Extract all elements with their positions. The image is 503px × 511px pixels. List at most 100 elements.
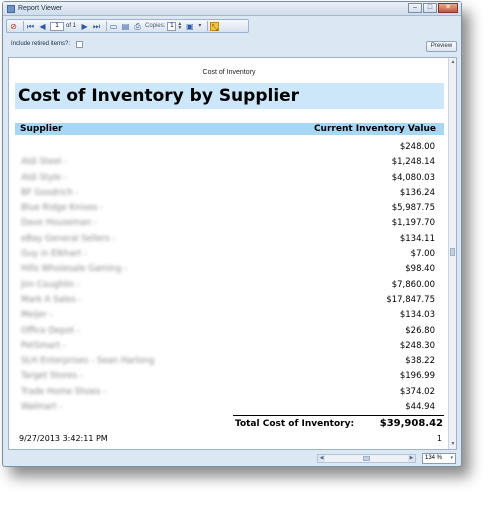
table-row: Meijer - $134.03 [15, 308, 444, 323]
table-row: SLH Enterprises - Sean Harlong $38.22 [15, 354, 444, 369]
supplier-name: Mark A Sales - [21, 294, 82, 305]
supplier-name: Target Stores - [21, 371, 83, 382]
window-title: Report Viewer [18, 5, 63, 12]
supplier-name: BF Goodrich - [21, 187, 79, 198]
last-page-icon[interactable]: ⏭ [92, 22, 101, 31]
total-value: $39,908.42 [379, 418, 443, 429]
table-row: Dave Houseman - $1,197.70 [15, 216, 444, 231]
horizontal-scrollbar[interactable]: ◀ ▶ [317, 454, 416, 463]
current-page-input[interactable]: 1 [50, 21, 64, 31]
include-retired-checkbox[interactable] [76, 41, 83, 48]
table-row: Mark A Sales - $17,847.75 [15, 293, 444, 308]
preview-button[interactable]: Preview [426, 41, 457, 52]
inventory-value: $17,847.75 [386, 294, 435, 305]
inventory-value: $38.22 [405, 356, 435, 367]
minimize-button[interactable]: – [408, 3, 422, 13]
table-row: Walmart - $44.94 [15, 400, 444, 415]
report-toolbar: ⊘ ⏮ ◀ 1 of 1 ▶ ⏭ ▭ ▤ ⎙ Copies: 1 ▲ ▼ ▣ ▾ … [6, 19, 249, 33]
title-bar: Report Viewer – □ ✕ [3, 2, 461, 16]
chevron-down-icon: ▾ [450, 455, 453, 461]
inventory-value: $44.94 [405, 402, 435, 413]
status-bar: ◀ ▶ 134 % ▾ [8, 452, 457, 465]
inventory-value: $374.02 [399, 386, 435, 397]
report-canvas: Cost of Inventory Cost of Inventory by S… [8, 57, 457, 450]
inventory-value: $7.00 [410, 249, 435, 260]
supplier-name: Trade Home Shoes - [21, 386, 107, 397]
next-page-icon[interactable]: ▶ [80, 22, 89, 31]
scroll-thumb[interactable] [450, 248, 455, 256]
report-timestamp: 9/27/2013 3:42:11 PM [19, 434, 108, 443]
inventory-value: $136.24 [399, 187, 435, 198]
copies-spinner[interactable]: ▲ ▼ [177, 21, 182, 31]
fit-page-icon[interactable]: ⤡ [210, 21, 220, 32]
supplier-name: Aldi Steel - [21, 157, 67, 168]
zoom-select[interactable]: 134 % ▾ [422, 453, 456, 464]
stop-icon[interactable]: ⊘ [9, 22, 18, 31]
scroll-right-icon[interactable]: ▶ [408, 455, 415, 462]
inventory-value: $98.40 [405, 264, 435, 275]
copies-input[interactable]: 1 [167, 21, 177, 31]
table-row: Hills Wholesale Gaming - $98.40 [15, 262, 444, 277]
table-row: Guy in Elkhart - $7.00 [15, 247, 444, 262]
inventory-value: $4,080.03 [391, 172, 435, 183]
toolbar-separator [23, 21, 24, 31]
supplier-name: Meijer - [21, 310, 53, 321]
inventory-value: $134.11 [399, 233, 435, 244]
value-column-header: Current Inventory Value [313, 124, 436, 134]
table-row: Blue Ridge Knives - $5,987.75 [15, 201, 444, 216]
table-row: BF Goodrich - $136.24 [15, 186, 444, 201]
save-icon[interactable]: ▣ [185, 22, 194, 31]
inventory-value: $196.99 [399, 371, 435, 382]
supplier-name: Dave Houseman - [21, 218, 97, 229]
supplier-name: SLH Enterprises - Sean Harlong [21, 356, 155, 367]
supplier-name: Walmart - [21, 402, 63, 413]
page-of-label: of 1 [66, 23, 77, 29]
table-row: Aldi Steel - $1,248.14 [15, 155, 444, 170]
print-preview-icon[interactable]: ▤ [121, 22, 130, 31]
page-number: 1 [436, 434, 442, 443]
app-icon [7, 5, 15, 13]
column-header: Supplier Current Inventory Value [15, 123, 444, 135]
table-row: Jim Coughlin - $7,860.00 [15, 278, 444, 293]
inventory-value: $1,197.70 [391, 218, 435, 229]
print-icon[interactable]: ⎙ [133, 22, 142, 31]
first-page-icon[interactable]: ⏮ [26, 22, 35, 31]
supplier-name: Blue Ridge Knives - [21, 203, 104, 214]
vertical-scrollbar[interactable]: ▲ ▼ [448, 58, 456, 449]
table-row: Aldi Style - $4,080.03 [15, 171, 444, 186]
table-row: PetSmart - $248.30 [15, 339, 444, 354]
scroll-up-icon[interactable]: ▲ [450, 59, 456, 66]
page-setup-icon[interactable]: ▭ [109, 22, 118, 31]
scroll-left-icon[interactable]: ◀ [318, 455, 325, 462]
scroll-down-icon[interactable]: ▼ [450, 441, 456, 448]
inventory-value: $248.00 [399, 142, 435, 152]
total-label: Total Cost of Inventory: [235, 419, 355, 429]
table-row: Trade Home Shoes - $374.02 [15, 385, 444, 400]
inventory-value: $26.80 [405, 325, 435, 336]
hscroll-thumb[interactable] [363, 456, 370, 461]
supplier-name: Guy in Elkhart - [21, 249, 88, 260]
supplier-name: Hills Wholesale Gaming - [21, 264, 128, 275]
maximize-button[interactable]: □ [423, 3, 437, 13]
supplier-name: eBay General Sellers - [21, 233, 116, 244]
table-row: Office Depot - $26.80 [15, 324, 444, 339]
window-controls: – □ ✕ [407, 3, 458, 13]
page-header: Cost of Inventory [202, 69, 256, 76]
close-button[interactable]: ✕ [438, 3, 458, 13]
prev-page-icon[interactable]: ◀ [38, 22, 47, 31]
dropdown-icon[interactable]: ▾ [197, 22, 202, 31]
supplier-name: Office Depot - [21, 325, 80, 336]
report-viewer-window: Report Viewer – □ ✕ ⊘ ⏮ ◀ 1 of 1 ▶ ⏭ ▭ ▤… [2, 1, 462, 467]
zoom-value: 134 % [425, 455, 443, 461]
table-row: $248.00 [15, 140, 444, 155]
inventory-value: $7,860.00 [391, 279, 435, 290]
toolbar-separator [207, 21, 209, 31]
inventory-value: $248.30 [399, 340, 435, 351]
title-band: Cost of Inventory by Supplier [15, 83, 444, 109]
supplier-column-header: Supplier [20, 124, 63, 134]
total-divider [233, 415, 444, 416]
supplier-rows: $248.00 Aldi Steel - $1,248.14 Aldi Style… [15, 140, 444, 415]
inventory-value: $5,987.75 [391, 203, 435, 214]
supplier-name: PetSmart - [21, 340, 66, 351]
include-retired-label: Include retired items?: [11, 41, 71, 47]
